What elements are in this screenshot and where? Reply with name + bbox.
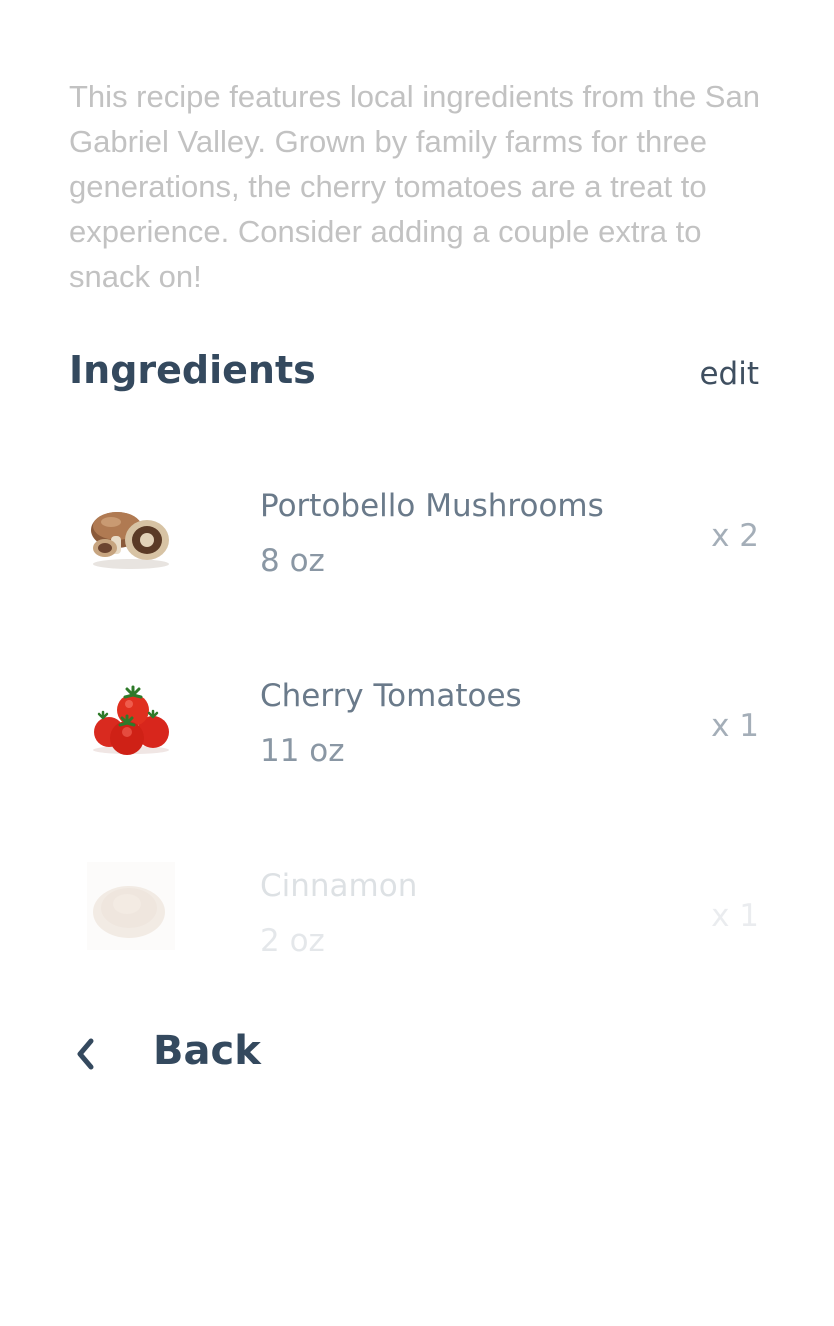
cinnamon-powder-icon xyxy=(83,858,179,954)
ingredients-header: Ingredients edit xyxy=(69,340,759,410)
ingredient-name: Portobello Mushrooms xyxy=(260,488,604,524)
ingredient-row-cherry-tomatoes[interactable]: Cherry Tomatoes 11 oz x 1 xyxy=(69,650,759,790)
ingredient-amount: 11 oz xyxy=(260,733,345,769)
back-label: Back xyxy=(153,1028,261,1074)
tomato-icon xyxy=(83,668,179,764)
edit-ingredients-link[interactable]: edit xyxy=(699,356,759,392)
back-button[interactable]: Back xyxy=(69,1020,309,1086)
ingredient-row-cinnamon[interactable]: Cinnamon 2 oz x 1 xyxy=(69,840,759,980)
ingredients-title: Ingredients xyxy=(69,348,316,392)
mushroom-icon xyxy=(83,478,179,574)
chevron-left-icon xyxy=(77,1038,94,1070)
ingredient-name: Cinnamon xyxy=(260,868,418,904)
recipe-description: This recipe features local ingredients f… xyxy=(69,79,760,294)
ingredient-amount: 2 oz xyxy=(260,923,325,959)
ingredient-name: Cherry Tomatoes xyxy=(260,678,522,714)
ingredient-quantity: x 1 xyxy=(711,708,759,744)
ingredient-amount: 8 oz xyxy=(260,543,325,579)
ingredient-quantity: x 2 xyxy=(711,518,759,554)
ingredient-row-portobello-mushrooms[interactable]: Portobello Mushrooms 8 oz x 2 xyxy=(69,460,759,600)
ingredient-quantity: x 1 xyxy=(711,898,759,934)
